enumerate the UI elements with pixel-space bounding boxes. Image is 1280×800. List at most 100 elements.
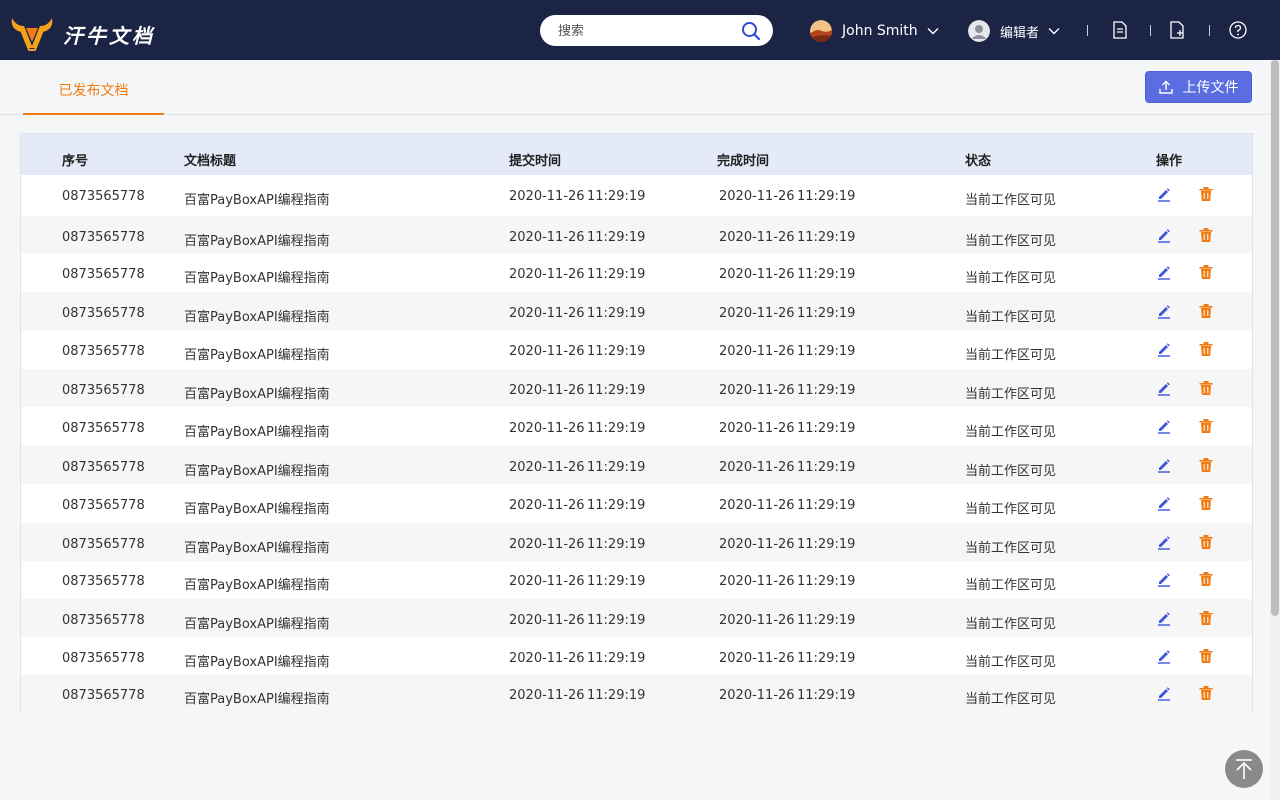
cell-submit-date: 2020-11-26 bbox=[509, 613, 585, 628]
trash-icon[interactable] bbox=[1198, 495, 1214, 511]
top-navbar: 汗牛文档 John Smith 编辑者 bbox=[0, 0, 1280, 60]
search-box[interactable] bbox=[540, 15, 773, 46]
cell-id: 0873565778 bbox=[62, 498, 145, 513]
cell-title: 百富PayBoxAPI编程指南 bbox=[184, 193, 330, 208]
table-header: 序号 文档标题 提交时间 完成时间 状态 操作 bbox=[21, 134, 1252, 175]
cell-title: 百富PayBoxAPI编程指南 bbox=[184, 617, 330, 632]
cell-id: 0873565778 bbox=[62, 344, 145, 359]
column-header-status: 状态 bbox=[965, 154, 992, 169]
divider bbox=[1209, 25, 1210, 36]
cell-status: 当前工作区可见 bbox=[965, 617, 1057, 632]
trash-icon[interactable] bbox=[1198, 341, 1214, 357]
edit-icon[interactable] bbox=[1156, 457, 1172, 473]
table-row: 0873565778 百富PayBoxAPI编程指南 2020-11-26 11:29… bbox=[21, 599, 1252, 637]
edit-icon[interactable] bbox=[1156, 571, 1172, 587]
edit-icon[interactable] bbox=[1156, 341, 1172, 357]
column-header-title: 文档标题 bbox=[184, 154, 237, 169]
cell-done-time: 11:29:19 bbox=[797, 460, 856, 475]
cell-status: 当前工作区可见 bbox=[965, 541, 1057, 556]
cell-submit-date: 2020-11-26 bbox=[509, 460, 585, 475]
trash-icon[interactable] bbox=[1198, 418, 1214, 434]
column-header-submit-time: 提交时间 bbox=[509, 154, 562, 169]
table-row: 0873565778 百富PayBoxAPI编程指南 2020-11-26 11:29… bbox=[21, 407, 1252, 445]
edit-icon[interactable] bbox=[1156, 534, 1172, 550]
edit-icon[interactable] bbox=[1156, 303, 1172, 319]
cell-submit-time: 11:29:19 bbox=[587, 613, 646, 628]
cell-submit-date: 2020-11-26 bbox=[509, 574, 585, 589]
edit-icon[interactable] bbox=[1156, 685, 1172, 701]
cell-submit-time: 11:29:19 bbox=[587, 421, 646, 436]
documents-table: 序号 文档标题 提交时间 完成时间 状态 操作 0873565778 百富PayB… bbox=[20, 133, 1253, 712]
tab-published-docs[interactable]: 已发布文档 bbox=[23, 60, 164, 115]
edit-icon[interactable] bbox=[1156, 264, 1172, 280]
edit-icon[interactable] bbox=[1156, 418, 1172, 434]
cell-done-date: 2020-11-26 bbox=[719, 189, 795, 204]
search-input[interactable] bbox=[558, 21, 738, 41]
cell-title: 百富PayBoxAPI编程指南 bbox=[184, 387, 330, 402]
cell-submit-date: 2020-11-26 bbox=[509, 421, 585, 436]
trash-icon[interactable] bbox=[1198, 534, 1214, 550]
cell-done-date: 2020-11-26 bbox=[719, 537, 795, 552]
trash-icon[interactable] bbox=[1198, 457, 1214, 473]
cell-title: 百富PayBoxAPI编程指南 bbox=[184, 541, 330, 556]
trash-icon[interactable] bbox=[1198, 186, 1214, 202]
cell-submit-date: 2020-11-26 bbox=[509, 267, 585, 282]
divider bbox=[1087, 25, 1088, 36]
cell-status: 当前工作区可见 bbox=[965, 692, 1057, 707]
edit-icon[interactable] bbox=[1156, 186, 1172, 202]
scrollbar-thumb[interactable] bbox=[1271, 60, 1279, 616]
upload-file-button[interactable]: 上传文件 bbox=[1145, 71, 1252, 103]
help-icon[interactable] bbox=[1228, 20, 1248, 40]
cell-submit-date: 2020-11-26 bbox=[509, 537, 585, 552]
trash-icon[interactable] bbox=[1198, 571, 1214, 587]
search-icon[interactable] bbox=[741, 21, 761, 41]
edit-icon[interactable] bbox=[1156, 227, 1172, 243]
cell-submit-time: 11:29:19 bbox=[587, 383, 646, 398]
cell-status: 当前工作区可见 bbox=[965, 348, 1057, 363]
column-header-done-time: 完成时间 bbox=[717, 154, 770, 169]
cell-title: 百富PayBoxAPI编程指南 bbox=[184, 502, 330, 517]
cell-submit-date: 2020-11-26 bbox=[509, 498, 585, 513]
role-label: 编辑者 bbox=[1000, 25, 1040, 41]
cell-done-date: 2020-11-26 bbox=[719, 306, 795, 321]
trash-icon[interactable] bbox=[1198, 380, 1214, 396]
table-row: 0873565778 百富PayBoxAPI编程指南 2020-11-26 11:29… bbox=[21, 216, 1252, 254]
trash-icon[interactable] bbox=[1198, 610, 1214, 626]
arrow-up-icon bbox=[1236, 759, 1252, 779]
cell-title: 百富PayBoxAPI编程指南 bbox=[184, 234, 330, 249]
cell-submit-time: 11:29:19 bbox=[587, 498, 646, 513]
trash-icon[interactable] bbox=[1198, 648, 1214, 664]
add-document-icon[interactable] bbox=[1167, 20, 1187, 40]
edit-icon[interactable] bbox=[1156, 380, 1172, 396]
edit-icon[interactable] bbox=[1156, 648, 1172, 664]
table-row: 0873565778 百富PayBoxAPI编程指南 2020-11-26 11:29… bbox=[21, 637, 1252, 675]
cell-id: 0873565778 bbox=[62, 189, 145, 204]
edit-icon[interactable] bbox=[1156, 495, 1172, 511]
cell-done-date: 2020-11-26 bbox=[719, 421, 795, 436]
role-menu[interactable]: 编辑者 bbox=[968, 19, 1061, 43]
back-to-top-button[interactable] bbox=[1225, 750, 1263, 788]
trash-icon[interactable] bbox=[1198, 264, 1214, 280]
cell-id: 0873565778 bbox=[62, 383, 145, 398]
cell-status: 当前工作区可见 bbox=[965, 578, 1057, 593]
cell-submit-date: 2020-11-26 bbox=[509, 189, 585, 204]
cell-title: 百富PayBoxAPI编程指南 bbox=[184, 310, 330, 325]
trash-icon[interactable] bbox=[1198, 227, 1214, 243]
cell-id: 0873565778 bbox=[62, 651, 145, 666]
cell-id: 0873565778 bbox=[62, 230, 145, 245]
document-icon[interactable] bbox=[1110, 20, 1130, 40]
user-menu[interactable]: John Smith bbox=[810, 19, 940, 43]
cell-id: 0873565778 bbox=[62, 574, 145, 589]
cell-done-time: 11:29:19 bbox=[797, 383, 856, 398]
trash-icon[interactable] bbox=[1198, 685, 1214, 701]
table-row: 0873565778 百富PayBoxAPI编程指南 2020-11-26 11:29… bbox=[21, 484, 1252, 522]
table-row: 0873565778 百富PayBoxAPI编程指南 2020-11-26 11:29… bbox=[21, 523, 1252, 561]
trash-icon[interactable] bbox=[1198, 303, 1214, 319]
user-name: John Smith bbox=[842, 23, 918, 39]
edit-icon[interactable] bbox=[1156, 610, 1172, 626]
bull-head-logo[interactable] bbox=[8, 8, 56, 56]
cell-submit-time: 11:29:19 bbox=[587, 574, 646, 589]
cell-done-time: 11:29:19 bbox=[797, 421, 856, 436]
divider bbox=[1150, 25, 1151, 36]
table-row: 0873565778 百富PayBoxAPI编程指南 2020-11-26 11:29… bbox=[21, 330, 1252, 368]
